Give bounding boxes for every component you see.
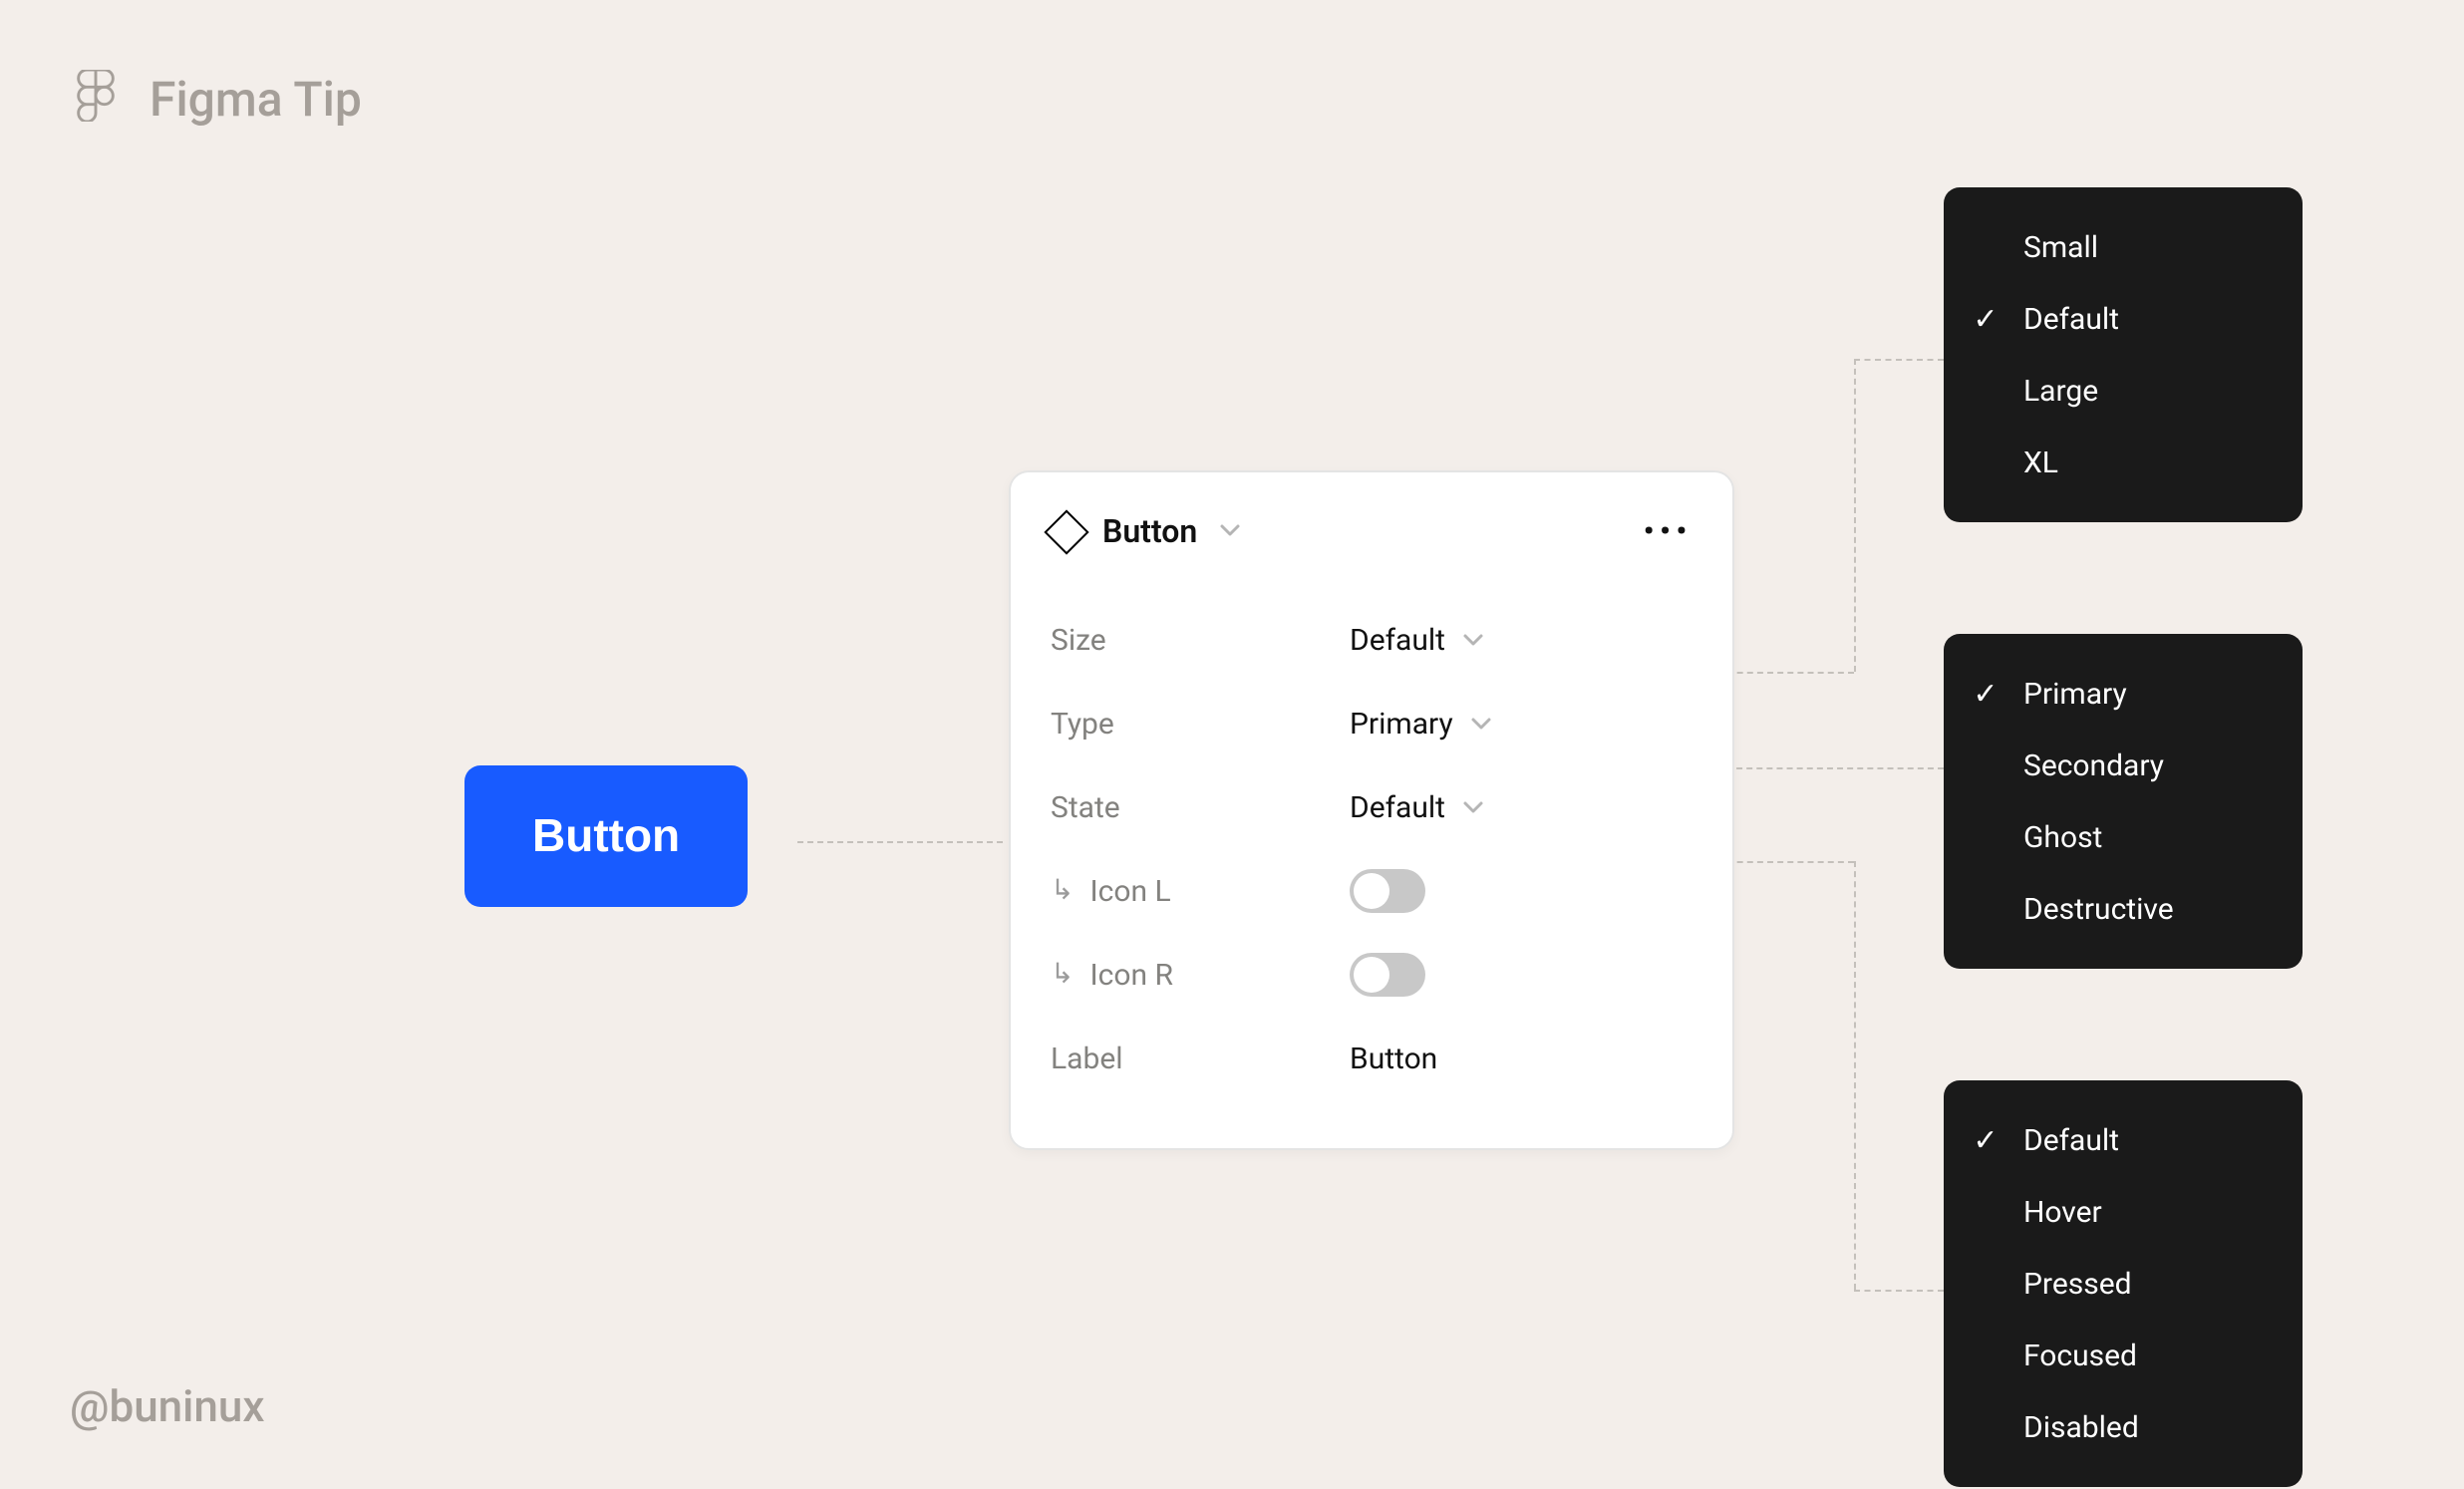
check-icon: ✓	[1968, 1122, 2003, 1158]
author-handle: @buninux	[70, 1383, 264, 1433]
connector-line	[1854, 359, 1944, 361]
check-icon: ✓	[1968, 676, 2003, 712]
icon-left-toggle[interactable]	[1350, 869, 1425, 913]
toggle-off-icon	[1350, 869, 1425, 913]
page-header: Figma Tip	[70, 70, 362, 130]
menu-item-label: Large	[2023, 373, 2098, 409]
connector-line	[1854, 359, 1856, 672]
menu-item-label: Primary	[2023, 676, 2127, 712]
connector-line	[797, 841, 1003, 843]
menu-item-type-secondary[interactable]: Secondary	[1968, 730, 2271, 801]
example-button[interactable]: Button	[464, 765, 748, 907]
prop-row-type: Type Primary	[1051, 682, 1693, 765]
prop-row-state: State Default	[1051, 765, 1693, 849]
menu-item-type-ghost[interactable]: Ghost	[1968, 801, 2271, 873]
page-title: Figma Tip	[150, 72, 362, 128]
prop-label: Label	[1051, 1041, 1350, 1076]
component-name[interactable]: Button	[1102, 512, 1197, 550]
example-button-label: Button	[532, 809, 680, 861]
prop-value-label[interactable]: Button	[1350, 1041, 1437, 1076]
prop-value-type[interactable]: Primary	[1350, 706, 1493, 742]
prop-label-text: Icon R	[1089, 957, 1172, 993]
menu-item-label: Secondary	[2023, 747, 2164, 783]
dropdown-menu-size: Small ✓ Default Large XL	[1944, 187, 2303, 522]
menu-item-state-hover[interactable]: Hover	[1968, 1176, 2271, 1248]
menu-item-size-small[interactable]: Small	[1968, 211, 2271, 283]
menu-item-state-disabled[interactable]: Disabled	[1968, 1391, 2271, 1463]
prop-value-text: Default	[1350, 622, 1445, 658]
prop-value-size[interactable]: Default	[1350, 622, 1485, 658]
menu-item-label: Small	[2023, 229, 2098, 265]
inspector-panel: Button ••• Size Default Type Primary Sta…	[1009, 470, 1734, 1150]
dropdown-menu-type: ✓ Primary Secondary Ghost Destructive	[1944, 634, 2303, 969]
menu-item-label: Hover	[2023, 1194, 2102, 1230]
menu-item-label: Focused	[2023, 1338, 2137, 1373]
prop-value-text: Primary	[1350, 706, 1453, 742]
menu-item-label: Default	[2023, 1122, 2119, 1158]
toggle-off-icon	[1350, 953, 1425, 997]
menu-item-type-destructive[interactable]: Destructive	[1968, 873, 2271, 945]
prop-label: Type	[1051, 706, 1350, 742]
prop-value-text: Button	[1350, 1041, 1437, 1076]
prop-label: Icon R	[1051, 957, 1350, 993]
menu-item-label: Pressed	[2023, 1266, 2132, 1302]
prop-row-size: Size Default	[1051, 598, 1693, 682]
icon-right-toggle[interactable]	[1350, 953, 1425, 997]
chevron-down-icon[interactable]	[1217, 512, 1241, 550]
menu-item-size-xl[interactable]: XL	[1968, 427, 2271, 498]
chevron-down-icon	[1461, 628, 1485, 652]
chevron-down-icon	[1469, 712, 1493, 736]
prop-label: Size	[1051, 622, 1350, 658]
menu-item-state-pressed[interactable]: Pressed	[1968, 1248, 2271, 1320]
prop-label: Icon L	[1051, 873, 1350, 909]
prop-label: State	[1051, 789, 1350, 825]
prop-label-text: Icon L	[1089, 873, 1170, 909]
connector-line	[1854, 1290, 1944, 1292]
panel-header: Button •••	[1051, 512, 1693, 550]
prop-row-icon-right: Icon R	[1051, 933, 1693, 1017]
menu-item-label: Default	[2023, 301, 2119, 337]
prop-row-label: Label Button	[1051, 1017, 1693, 1100]
menu-item-label: Destructive	[2023, 891, 2174, 927]
menu-item-label: XL	[2023, 445, 2058, 480]
menu-item-size-default[interactable]: ✓ Default	[1968, 283, 2271, 355]
menu-item-type-primary[interactable]: ✓ Primary	[1968, 658, 2271, 730]
menu-item-label: Disabled	[2023, 1409, 2139, 1445]
chevron-down-icon	[1461, 795, 1485, 819]
menu-item-label: Ghost	[2023, 819, 2102, 855]
figma-logo-icon	[70, 70, 122, 130]
prop-value-state[interactable]: Default	[1350, 789, 1485, 825]
check-icon: ✓	[1968, 301, 2003, 337]
menu-item-state-focused[interactable]: Focused	[1968, 1320, 2271, 1391]
more-options-icon[interactable]: •••	[1644, 515, 1693, 547]
menu-item-state-default[interactable]: ✓ Default	[1968, 1104, 2271, 1176]
prop-value-text: Default	[1350, 789, 1445, 825]
component-icon	[1044, 508, 1088, 553]
prop-row-icon-left: Icon L	[1051, 849, 1693, 933]
connector-line	[1854, 861, 1856, 1290]
dropdown-menu-state: ✓ Default Hover Pressed Focused Disabled	[1944, 1080, 2303, 1487]
menu-item-size-large[interactable]: Large	[1968, 355, 2271, 427]
